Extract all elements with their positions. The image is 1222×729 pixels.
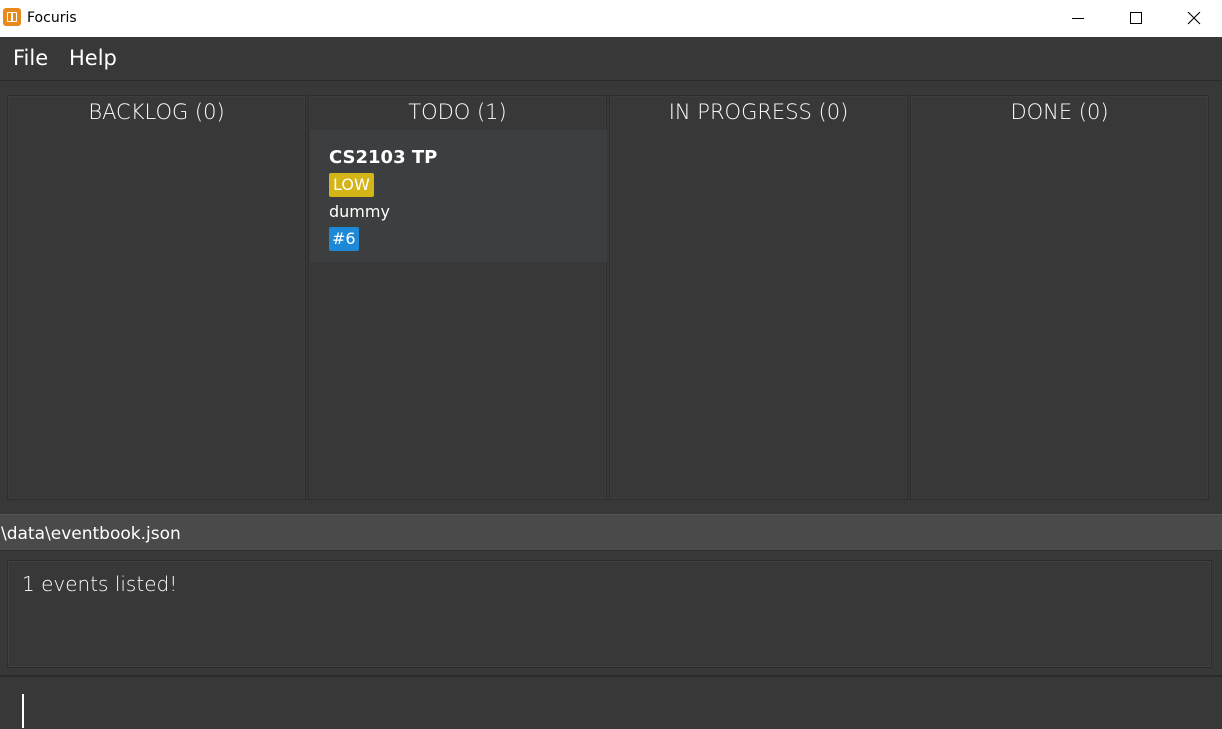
event-id-badge: #6 (329, 227, 359, 251)
close-button[interactable] (1165, 0, 1222, 37)
maximize-icon (1130, 12, 1142, 24)
text-caret (22, 694, 24, 728)
focuris-app-icon (3, 8, 21, 26)
status-bar: \data\eventbook.json (0, 514, 1222, 551)
command-input[interactable] (14, 687, 1204, 727)
column-todo: TODO (1) CS2103 TP LOW dummy #6 (308, 95, 607, 500)
minimize-button[interactable] (1049, 0, 1107, 37)
close-icon (1187, 12, 1201, 25)
result-display: 1 events listed! (7, 560, 1212, 668)
event-card-description: dummy (329, 202, 390, 221)
column-header-done: DONE (0) (1010, 100, 1109, 124)
column-done: DONE (0) (910, 95, 1209, 500)
file-path: \data\eventbook.json (1, 524, 181, 544)
priority-badge: LOW (329, 173, 374, 197)
menu-help[interactable]: Help (69, 46, 117, 70)
menu-bar: File Help (0, 37, 1222, 81)
minimize-icon (1072, 18, 1084, 19)
kanban-board: BACKLOG (0) TODO (1) CS2103 TP LOW dummy… (0, 82, 1222, 512)
title-bar: Focuris (0, 0, 1222, 37)
maximize-button[interactable] (1107, 0, 1165, 37)
column-header-in-progress: IN PROGRESS (0) (668, 100, 849, 124)
event-card[interactable]: CS2103 TP LOW dummy #6 (310, 130, 607, 262)
column-in-progress: IN PROGRESS (0) (609, 95, 908, 500)
window-title: Focuris (27, 10, 77, 26)
command-box (0, 675, 1222, 729)
result-message: 1 events listed! (22, 572, 178, 596)
column-header-backlog: BACKLOG (0) (88, 100, 225, 124)
menu-file[interactable]: File (13, 46, 48, 70)
result-area: 1 events listed! (0, 552, 1222, 675)
event-card-title: CS2103 TP (329, 147, 438, 168)
column-backlog: BACKLOG (0) (7, 95, 306, 500)
column-header-todo: TODO (1) (408, 100, 507, 124)
